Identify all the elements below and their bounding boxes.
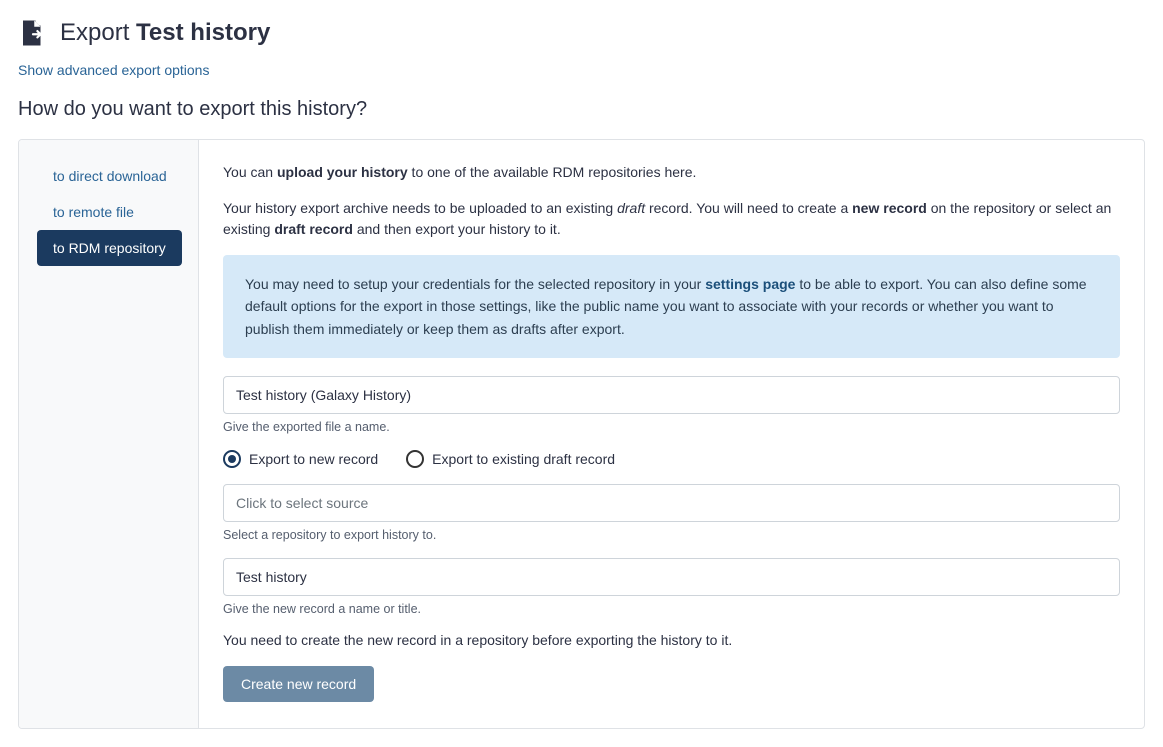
credentials-info-box: You may need to setup your credentials f… xyxy=(223,255,1120,358)
page-title: Export Test history xyxy=(60,19,270,47)
sidebar-item-rdm-repository[interactable]: to RDM repository xyxy=(37,230,182,266)
create-new-record-button[interactable]: Create new record xyxy=(223,666,374,702)
radio-new-record[interactable]: Export to new record xyxy=(223,450,378,468)
sidebar-item-remote-file[interactable]: to remote file xyxy=(37,194,150,230)
radio-new-record-label: Export to new record xyxy=(249,451,378,467)
export-panel: to direct download to remote file to RDM… xyxy=(18,139,1145,729)
radio-checked-icon xyxy=(223,450,241,468)
intro-text: You can upload your history to one of th… xyxy=(223,162,1120,184)
export-target-radio-group: Export to new record Export to existing … xyxy=(223,450,1120,468)
sidebar-item-direct-download[interactable]: to direct download xyxy=(37,158,183,194)
export-method-sidebar: to direct download to remote file to RDM… xyxy=(19,140,199,728)
export-file-icon xyxy=(18,18,48,48)
record-name-help: Give the new record a name or title. xyxy=(223,602,1120,616)
page-header: Export Test history xyxy=(18,18,1145,48)
advanced-options-link[interactable]: Show advanced export options xyxy=(18,62,209,78)
filename-help: Give the exported file a name. xyxy=(223,420,1120,434)
source-select[interactable]: Click to select source xyxy=(223,484,1120,522)
radio-unchecked-icon xyxy=(406,450,424,468)
export-filename-input[interactable] xyxy=(223,376,1120,414)
export-content: You can upload your history to one of th… xyxy=(199,140,1144,728)
record-name-input[interactable] xyxy=(223,558,1120,596)
create-record-note: You need to create the new record in a r… xyxy=(223,632,1120,648)
radio-existing-record[interactable]: Export to existing draft record xyxy=(406,450,615,468)
radio-existing-record-label: Export to existing draft record xyxy=(432,451,615,467)
export-prompt: How do you want to export this history? xyxy=(18,98,1145,121)
draft-record-text: Your history export archive needs to be … xyxy=(223,198,1120,241)
settings-page-link[interactable]: settings page xyxy=(705,276,795,292)
source-help: Select a repository to export history to… xyxy=(223,528,1120,542)
